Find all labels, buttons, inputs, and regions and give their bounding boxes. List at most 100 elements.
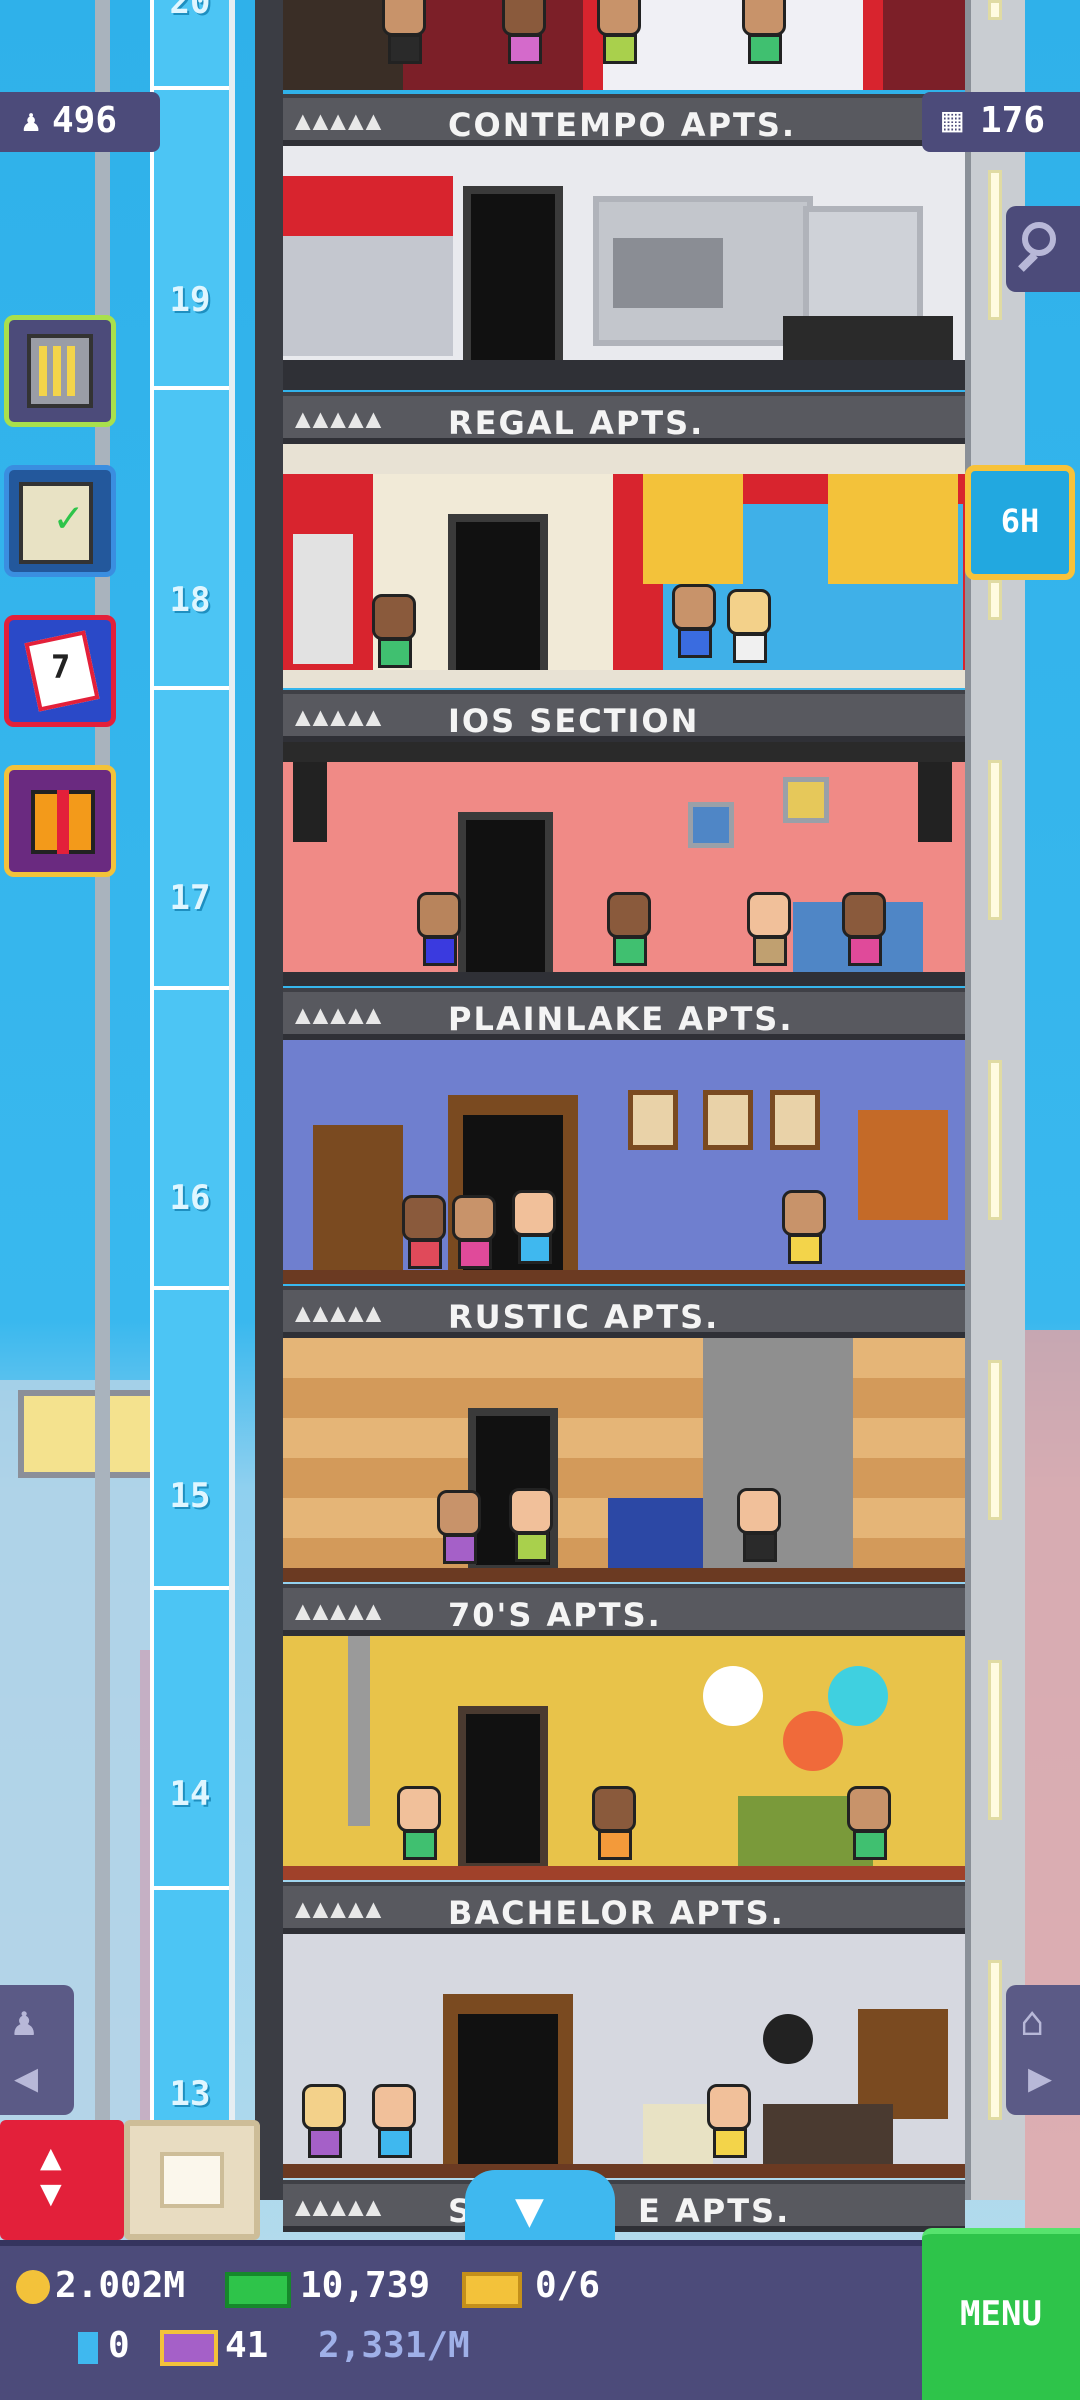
gems-value: 0 [108,2325,130,2366]
wall-light [988,1360,1002,1520]
tenant[interactable] [398,1195,454,1279]
wall-picture [688,802,734,848]
wall-light [988,580,1002,620]
wall-light [988,1960,1002,2120]
lobby-button[interactable]: ⌂ ▶ [1006,1985,1080,2115]
tenant[interactable] [393,1786,449,1870]
wall-light [988,0,1002,20]
floor-room-contempo[interactable] [283,0,965,90]
home-icon: ⌂ [1020,1999,1045,2045]
wall-picture [628,1090,678,1150]
window [858,1110,948,1220]
room-door [463,186,563,386]
floor-label-bachelor: ▲▲▲▲▲ BACHELOR APTS. [283,1882,965,1934]
room-door [458,1706,548,1871]
wall-light [988,1660,1002,1820]
wall-light [988,170,1002,320]
flower-decal [703,1666,763,1726]
elevator-shaft[interactable] [150,0,235,2200]
tenant[interactable] [368,594,424,678]
population-badge[interactable]: ♟ 496 [0,92,160,152]
wall-light [988,1060,1002,1220]
person-icon: ♟ [22,104,41,139]
status-bar [0,2240,1080,2400]
tenant[interactable] [703,2084,759,2168]
person-icon: ♟ [12,1999,37,2045]
armchair [608,1498,703,1573]
speaker [918,762,952,842]
tenant[interactable] [448,1195,504,1279]
tenant[interactable] [743,892,799,976]
crate-icon [160,2152,224,2208]
updown-arrows-icon: ▲ ▼ [40,2137,62,2214]
shaft-floor-16: 16 [169,1178,211,1218]
floor-room-70s[interactable] [283,1338,965,1582]
menu-button[interactable]: MENU [922,2228,1080,2400]
tenant[interactable] [843,1786,899,1870]
tenant[interactable] [668,584,724,668]
tenant[interactable] [508,1190,564,1274]
dartboard [763,2014,813,2064]
search-icon [1022,222,1056,256]
coins-value: 2.002M [55,2265,186,2306]
tenant[interactable] [733,1488,789,1572]
storage-button[interactable] [124,2120,260,2240]
speaker [293,762,327,842]
income-rate: 2,331/M [318,2325,470,2366]
floor-room-ios-section[interactable] [283,444,965,688]
bookshelf [313,1125,403,1270]
floor-room-plainlake[interactable] [283,742,965,986]
tenant[interactable] [723,589,779,673]
shaft-floor-20: 20 [169,0,211,22]
floor-room-bachelor[interactable] [283,1636,965,1880]
scroll-down-button[interactable]: ▼ [465,2170,615,2240]
floor-label-ios-section: ▲▲▲▲▲ IOS SECTION [283,690,965,742]
elevator-panel-button[interactable] [4,315,116,427]
gift-button[interactable] [4,765,116,877]
search-button[interactable] [1006,206,1080,292]
tenant[interactable] [498,0,554,74]
bux-value: 10,739 [300,2265,431,2306]
shaft-floor-13: 13 [169,2074,211,2114]
building-icon: ▦ [942,100,963,140]
timer-button[interactable]: 6H [965,465,1075,580]
tv-screen [613,238,723,308]
floors-count: 176 [980,100,1046,141]
tenant[interactable] [505,1488,561,1572]
chevron-down-icon: ▼ [515,2182,544,2238]
tickets-value: 0/6 [535,2265,601,2306]
floor-room-rustic[interactable] [283,1040,965,1284]
tenant[interactable] [838,892,894,976]
tenant[interactable] [603,892,659,976]
floors-badge[interactable]: ▦ 176 [922,92,1080,152]
statue [293,534,353,664]
flower-decal [828,1666,888,1726]
shaft-floor-19: 19 [169,280,211,320]
tenant[interactable] [298,2084,354,2168]
tenant[interactable] [413,892,469,976]
tenant[interactable] [588,1786,644,1870]
tenant[interactable] [778,1190,834,1274]
tenant[interactable] [593,0,649,74]
tenant[interactable] [368,2084,424,2168]
tower-left-wall [255,0,283,2200]
floor-room-lower[interactable] [283,1934,965,2178]
floor-room-regal[interactable] [283,146,965,390]
missions-button[interactable]: ✓ [4,465,116,577]
wall-picture [703,1090,753,1150]
tenant[interactable] [378,0,434,74]
shaft-floor-14: 14 [169,1774,211,1814]
vip-elevator-button[interactable]: ♟ ◀ [0,1985,74,2115]
elevator-button[interactable]: ▲ ▼ [0,2120,124,2240]
bux-icon [225,2272,291,2308]
window [858,2009,948,2119]
curtain [643,474,743,584]
tenant[interactable] [433,1490,489,1574]
shaft-floor-18: 18 [169,580,211,620]
calendar-button[interactable]: 7 [4,615,116,727]
floor-label-regal: ▲▲▲▲▲ REGAL APTS. [283,392,965,444]
population-count: 496 [52,100,118,141]
ticket-icon [462,2272,522,2308]
floor-label-lower: ▲▲▲▲▲ S E APTS. [283,2180,965,2232]
tenant[interactable] [738,0,794,74]
